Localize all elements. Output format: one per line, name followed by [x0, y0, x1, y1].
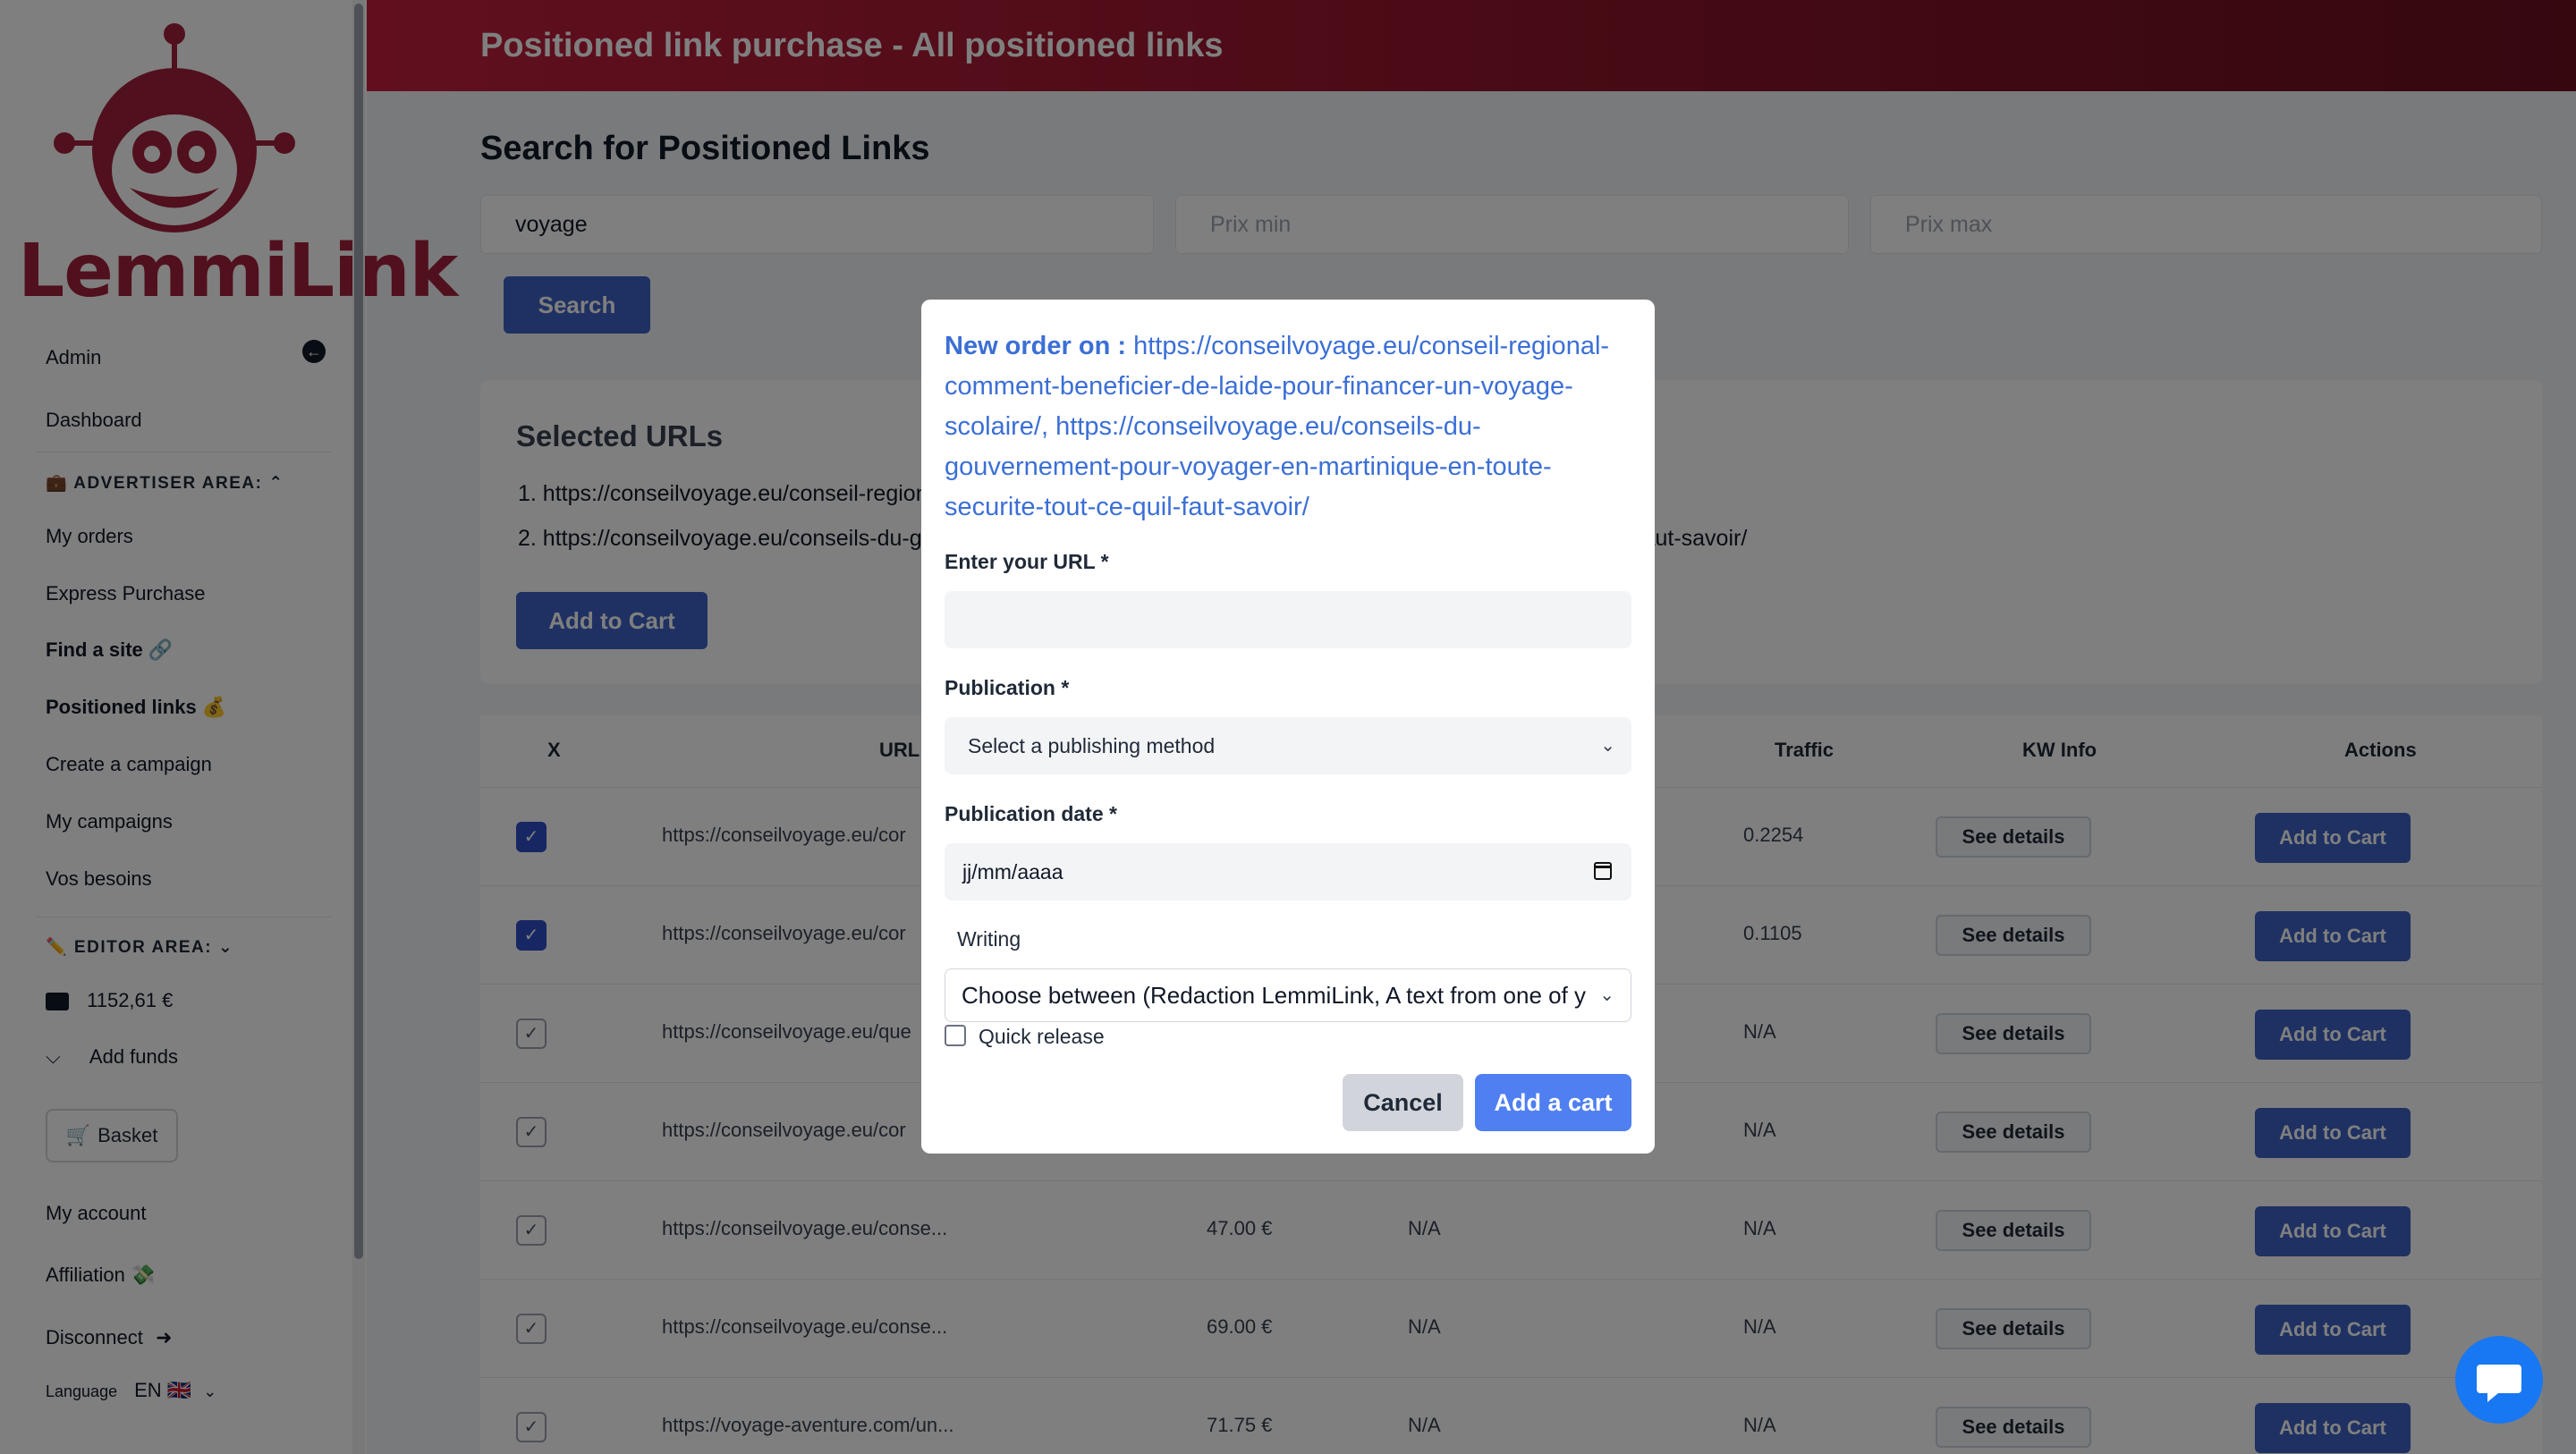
date-value: jj/mm/aaaa	[962, 860, 1063, 883]
calendar-icon[interactable]	[1594, 862, 1612, 880]
order-urls-text: New order on : https://conseilvoyage.eu/…	[945, 326, 1633, 528]
add-to-cart-modal-button[interactable]: Add a cart	[1475, 1074, 1631, 1131]
quick-release-checkbox[interactable]	[945, 1025, 966, 1046]
cancel-button[interactable]: Cancel	[1343, 1074, 1463, 1131]
publication-date-label: Publication date *	[945, 802, 1117, 825]
quick-release-label: Quick release	[979, 1025, 1105, 1048]
writing-label: Writing	[957, 927, 1021, 951]
publication-label: Publication *	[945, 676, 1070, 699]
writing-select[interactable]: Choose between (Redaction LemmiLink, A t…	[945, 968, 1631, 1022]
url-input[interactable]	[945, 591, 1631, 648]
writing-value: Choose between (Redaction LemmiLink, A t…	[962, 982, 1587, 1009]
url-field-label: Enter your URL *	[945, 550, 1109, 573]
chevron-down-icon: ⌄	[1594, 969, 1614, 1021]
publication-value: Select a publishing method	[968, 734, 1216, 757]
chat-widget-button[interactable]	[2455, 1336, 2543, 1424]
order-prefix: New order on :	[945, 332, 1127, 360]
chat-icon	[2477, 1365, 2521, 1402]
publication-select[interactable]: Select a publishing method ⌄	[945, 717, 1631, 774]
publication-date-input[interactable]: jj/mm/aaaa	[945, 843, 1631, 900]
new-order-modal: New order on : https://conseilvoyage.eu/…	[921, 300, 1655, 1154]
chevron-down-icon: ⌄	[1600, 736, 1615, 756]
